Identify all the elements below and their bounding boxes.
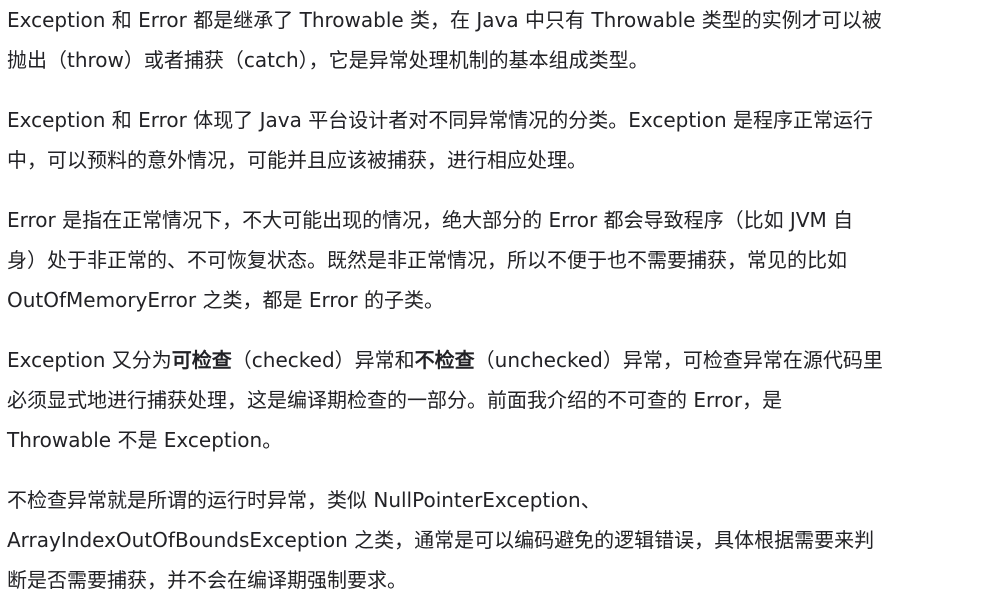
text-line: Error 是指在正常情况下，不大可能出现的情况，绝大部分的 Error 都会导…: [7, 208, 854, 232]
text-line: 身）处于非正常的、不可恢复状态。既然是非正常情况，所以不便于也不需要捕获，常见的…: [7, 248, 847, 272]
text-line: Throwable 不是 Exception。: [7, 428, 283, 452]
paragraph-error-description: Error 是指在正常情况下，不大可能出现的情况，绝大部分的 Error 都会导…: [7, 200, 985, 320]
article-body: Exception 和 Error 都是继承了 Throwable 类，在 Ja…: [0, 0, 993, 592]
text-line: 抛出（throw）或者捕获（catch），它是异常处理机制的基本组成类型。: [7, 48, 649, 72]
bold-term-checked: 可检查: [171, 348, 232, 372]
text-line: 断是否需要捕获，并不会在编译期强制要求。: [7, 568, 407, 592]
paragraph-checked-unchecked: Exception 又分为可检查（checked）异常和不检查（unchecke…: [7, 340, 985, 460]
text-line: 必须显式地进行捕获处理，这是编译期检查的一部分。前面我介绍的不可查的 Error…: [7, 388, 783, 412]
text-line: 不检查异常就是所谓的运行时异常，类似 NullPointerException、: [7, 488, 601, 512]
paragraph-runtime-exception: 不检查异常就是所谓的运行时异常，类似 NullPointerException、…: [7, 480, 985, 592]
text-line: Exception 和 Error 都是继承了 Throwable 类，在 Ja…: [7, 8, 882, 32]
paragraph-exception-error-classification: Exception 和 Error 体现了 Java 平台设计者对不同异常情况的…: [7, 100, 985, 180]
text-line: Exception 和 Error 体现了 Java 平台设计者对不同异常情况的…: [7, 108, 873, 132]
text-segment: （checked）异常和: [231, 348, 415, 372]
text-segment: Exception 又分为: [7, 348, 172, 372]
text-line: Exception 又分为可检查（checked）异常和不检查（unchecke…: [7, 340, 985, 380]
bold-term-unchecked: 不检查: [414, 348, 475, 372]
text-line: OutOfMemoryError 之类，都是 Error 的子类。: [7, 288, 444, 312]
text-segment: （unchecked）异常，可检查异常在源代码里: [474, 348, 883, 372]
text-line: 中，可以预料的意外情况，可能并且应该被捕获，进行相应处理。: [7, 148, 587, 172]
text-line: ArrayIndexOutOfBoundsException 之类，通常是可以编…: [7, 528, 875, 552]
paragraph-exception-error-throwable: Exception 和 Error 都是继承了 Throwable 类，在 Ja…: [7, 0, 985, 80]
